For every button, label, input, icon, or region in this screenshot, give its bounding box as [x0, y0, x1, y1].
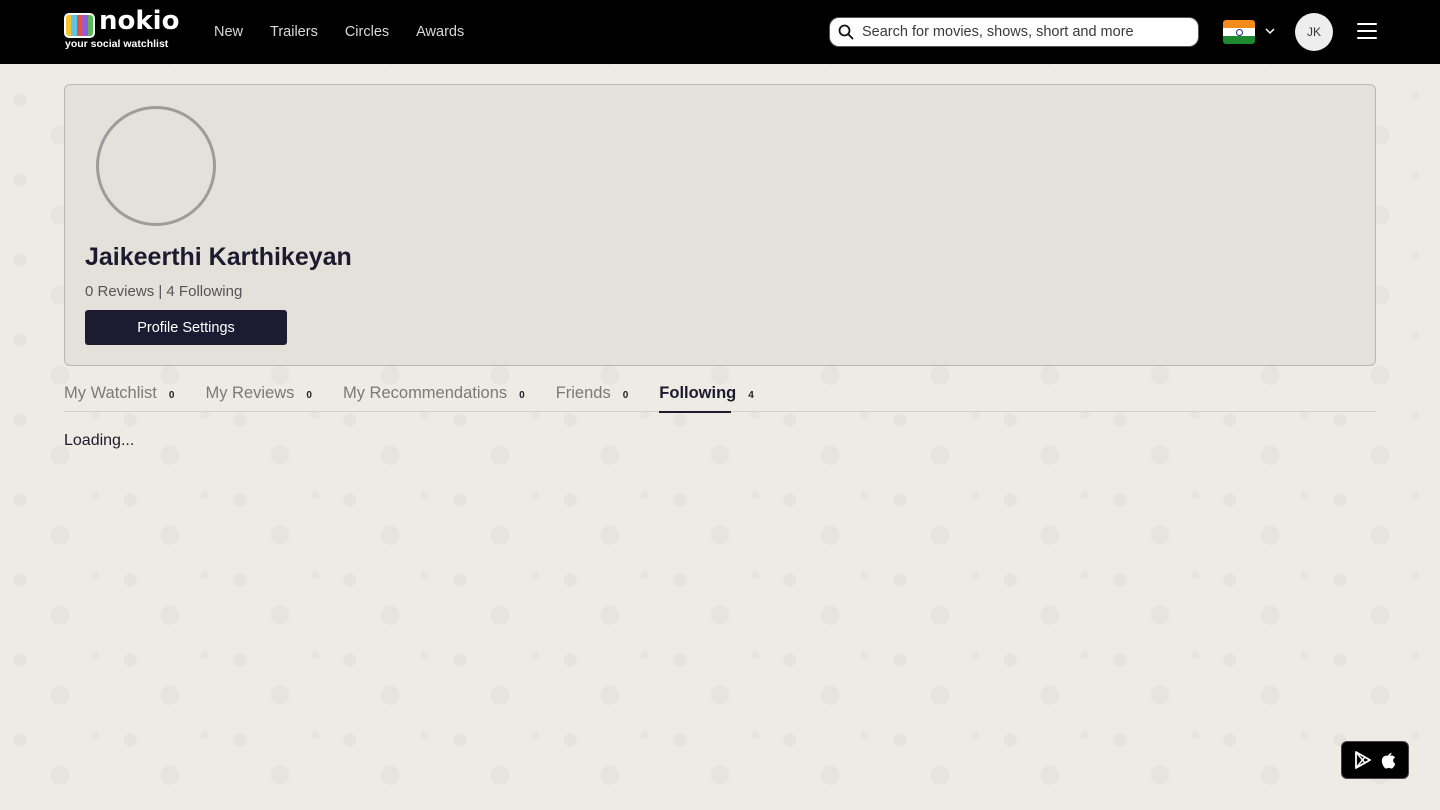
brand-name: nokio — [99, 6, 180, 36]
profile-name: Jaikeerthi Karthikeyan — [85, 243, 352, 271]
google-play-icon — [1355, 751, 1371, 769]
tab-count: 0 — [519, 390, 525, 401]
india-flag-icon[interactable] — [1223, 20, 1255, 44]
brand-tagline: your social watchlist — [65, 38, 169, 50]
tab-following[interactable]: Following 4 — [659, 384, 754, 413]
user-avatar[interactable]: JK — [1295, 13, 1333, 51]
tab-my-reviews[interactable]: My Reviews 0 — [205, 384, 312, 412]
search-input[interactable] — [862, 24, 1182, 40]
tab-label: My Recommendations — [342, 384, 508, 402]
main-nav: New Trailers Circles Awards — [214, 0, 464, 64]
menu-icon[interactable] — [1357, 23, 1377, 41]
tab-count: 4 — [748, 390, 754, 401]
apple-icon — [1381, 752, 1396, 769]
profile-tabs: My Watchlist 0 My Reviews 0 My Recommend… — [64, 384, 1376, 413]
profile-card: Jaikeerthi Karthikeyan 0 Reviews | 4 Fol… — [64, 84, 1376, 366]
tab-label: My Watchlist — [64, 384, 157, 402]
nav-awards[interactable]: Awards — [416, 24, 464, 40]
search-box[interactable] — [829, 17, 1199, 47]
loading-status: Loading... — [64, 432, 135, 449]
profile-settings-button[interactable]: Profile Settings — [85, 310, 287, 345]
tab-label: Friends — [555, 384, 611, 402]
nav-new[interactable]: New — [214, 24, 243, 40]
nav-circles[interactable]: Circles — [345, 24, 389, 40]
tab-my-watchlist[interactable]: My Watchlist 0 — [64, 384, 174, 412]
app-store-badge[interactable] — [1341, 741, 1409, 779]
tab-count: 0 — [168, 390, 175, 401]
tab-my-recommendations[interactable]: My Recommendations 0 — [343, 384, 525, 412]
profile-avatar[interactable] — [96, 106, 216, 226]
top-navigation-bar: nokio your social watchlist New Trailers… — [0, 0, 1440, 64]
chevron-down-icon[interactable] — [1264, 25, 1276, 37]
tab-friends[interactable]: Friends 0 — [556, 384, 629, 412]
tab-count: 0 — [306, 390, 312, 401]
tab-count: 0 — [622, 390, 629, 401]
search-icon — [838, 24, 854, 40]
profile-stats: 0 Reviews | 4 Following — [85, 283, 243, 300]
nokio-logo[interactable]: nokio your social watchlist — [64, 6, 179, 52]
tv-logo-icon — [64, 13, 95, 38]
tab-label: My Reviews — [205, 384, 295, 402]
nav-trailers[interactable]: Trailers — [270, 24, 318, 40]
tab-label: Following — [659, 384, 737, 402]
